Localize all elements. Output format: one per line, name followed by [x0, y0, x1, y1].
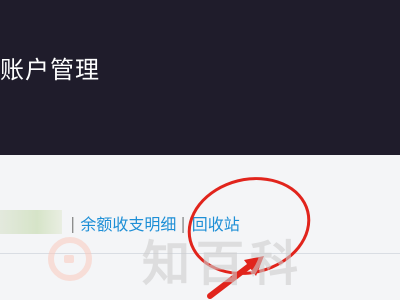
- watermark: 知百科: [48, 224, 304, 294]
- watermark-logo-icon: [48, 237, 92, 281]
- page-header: 账户管理: [0, 0, 400, 155]
- page-title: 账户管理: [0, 56, 100, 84]
- watermark-text: 知百科: [142, 236, 305, 292]
